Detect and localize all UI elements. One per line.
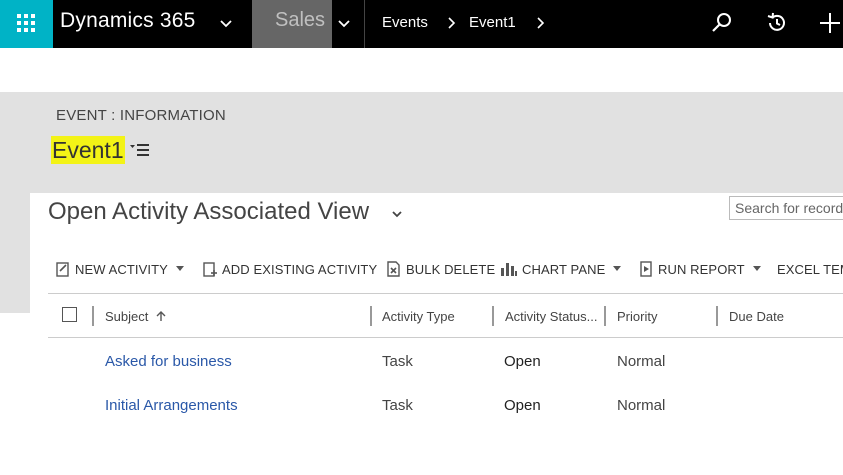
bulk-delete-label: BULK DELETE: [406, 261, 496, 277]
caret-down-icon: [175, 266, 184, 271]
column-divider[interactable]: [370, 306, 372, 326]
chevron-right-icon[interactable]: [532, 15, 548, 31]
row-priority: Normal: [617, 353, 666, 370]
column-header-activity-status[interactable]: Activity Status...: [505, 309, 597, 324]
column-header-subject-label: Subject: [105, 309, 149, 324]
waffle-icon: [17, 14, 35, 32]
caret-down-icon: [752, 266, 761, 271]
report-icon: [640, 261, 652, 277]
row-activity-status: Open: [504, 397, 541, 414]
view-title[interactable]: Open Activity Associated View: [48, 198, 369, 226]
row-subject-link[interactable]: Asked for business: [105, 353, 232, 370]
column-divider[interactable]: [92, 306, 94, 326]
associated-view-panel: [30, 193, 843, 475]
select-all-checkbox[interactable]: [62, 307, 77, 322]
row-activity-type: Task: [382, 353, 413, 370]
breadcrumb-events[interactable]: Events: [382, 14, 428, 31]
chevron-down-icon[interactable]: [218, 15, 234, 31]
add-existing-activity-icon: [203, 262, 217, 277]
chart-icon: [501, 263, 517, 276]
column-divider[interactable]: [716, 306, 718, 326]
app-launcher-button[interactable]: [0, 0, 53, 48]
search-records-input[interactable]: [729, 196, 843, 220]
excel-templates-button[interactable]: EXCEL TEMPLATES: [773, 256, 843, 282]
plus-icon[interactable]: [818, 11, 842, 35]
chevron-down-icon[interactable]: [336, 15, 352, 31]
column-divider[interactable]: [604, 306, 606, 326]
new-activity-icon: [56, 262, 69, 277]
grid-header-divider: [48, 337, 843, 338]
chart-pane-button[interactable]: CHART PANE: [500, 256, 625, 282]
chevron-down-icon[interactable]: [391, 208, 403, 220]
form-selector-icon[interactable]: [130, 143, 150, 159]
row-activity-status: Open: [504, 353, 541, 370]
header-side-strip: [0, 193, 30, 313]
app-name[interactable]: Sales: [275, 9, 325, 32]
top-nav-bar: Dynamics 365 Sales Events Event1: [0, 0, 843, 48]
breadcrumb-record[interactable]: Event1: [469, 14, 516, 31]
new-activity-button[interactable]: NEW ACTIVITY: [55, 256, 188, 282]
chevron-right-icon: [448, 17, 456, 29]
caret-down-icon: [613, 266, 622, 271]
row-subject-link[interactable]: Initial Arrangements: [105, 397, 238, 414]
run-report-button[interactable]: RUN REPORT: [639, 256, 765, 282]
nav-divider: [364, 0, 365, 48]
chart-pane-label: CHART PANE: [522, 261, 606, 277]
history-icon[interactable]: [765, 11, 789, 35]
column-header-activity-type[interactable]: Activity Type: [382, 309, 455, 324]
bulk-delete-icon: [387, 261, 400, 277]
excel-templates-label: EXCEL TEMPLATES: [777, 261, 843, 277]
column-divider[interactable]: [492, 306, 494, 326]
bulk-delete-button[interactable]: BULK DELETE: [386, 256, 495, 282]
add-existing-activity-label: ADD EXISTING ACTIVITY: [222, 261, 378, 277]
column-header-due-date[interactable]: Due Date: [729, 309, 784, 324]
brand-title[interactable]: Dynamics 365: [60, 9, 195, 33]
search-icon[interactable]: [710, 11, 734, 35]
column-header-subject[interactable]: Subject: [105, 309, 167, 324]
add-existing-activity-button[interactable]: ADD EXISTING ACTIVITY: [202, 256, 377, 282]
row-activity-type: Task: [382, 397, 413, 414]
run-report-label: RUN REPORT: [658, 261, 745, 277]
grid-top-divider: [48, 293, 843, 294]
form-type-label[interactable]: EVENT : INFORMATION: [56, 107, 226, 124]
row-priority: Normal: [617, 397, 666, 414]
record-title: Event1: [51, 136, 125, 164]
column-header-priority[interactable]: Priority: [617, 309, 657, 324]
sort-ascending-icon: [156, 311, 166, 321]
new-activity-label: NEW ACTIVITY: [75, 261, 168, 277]
